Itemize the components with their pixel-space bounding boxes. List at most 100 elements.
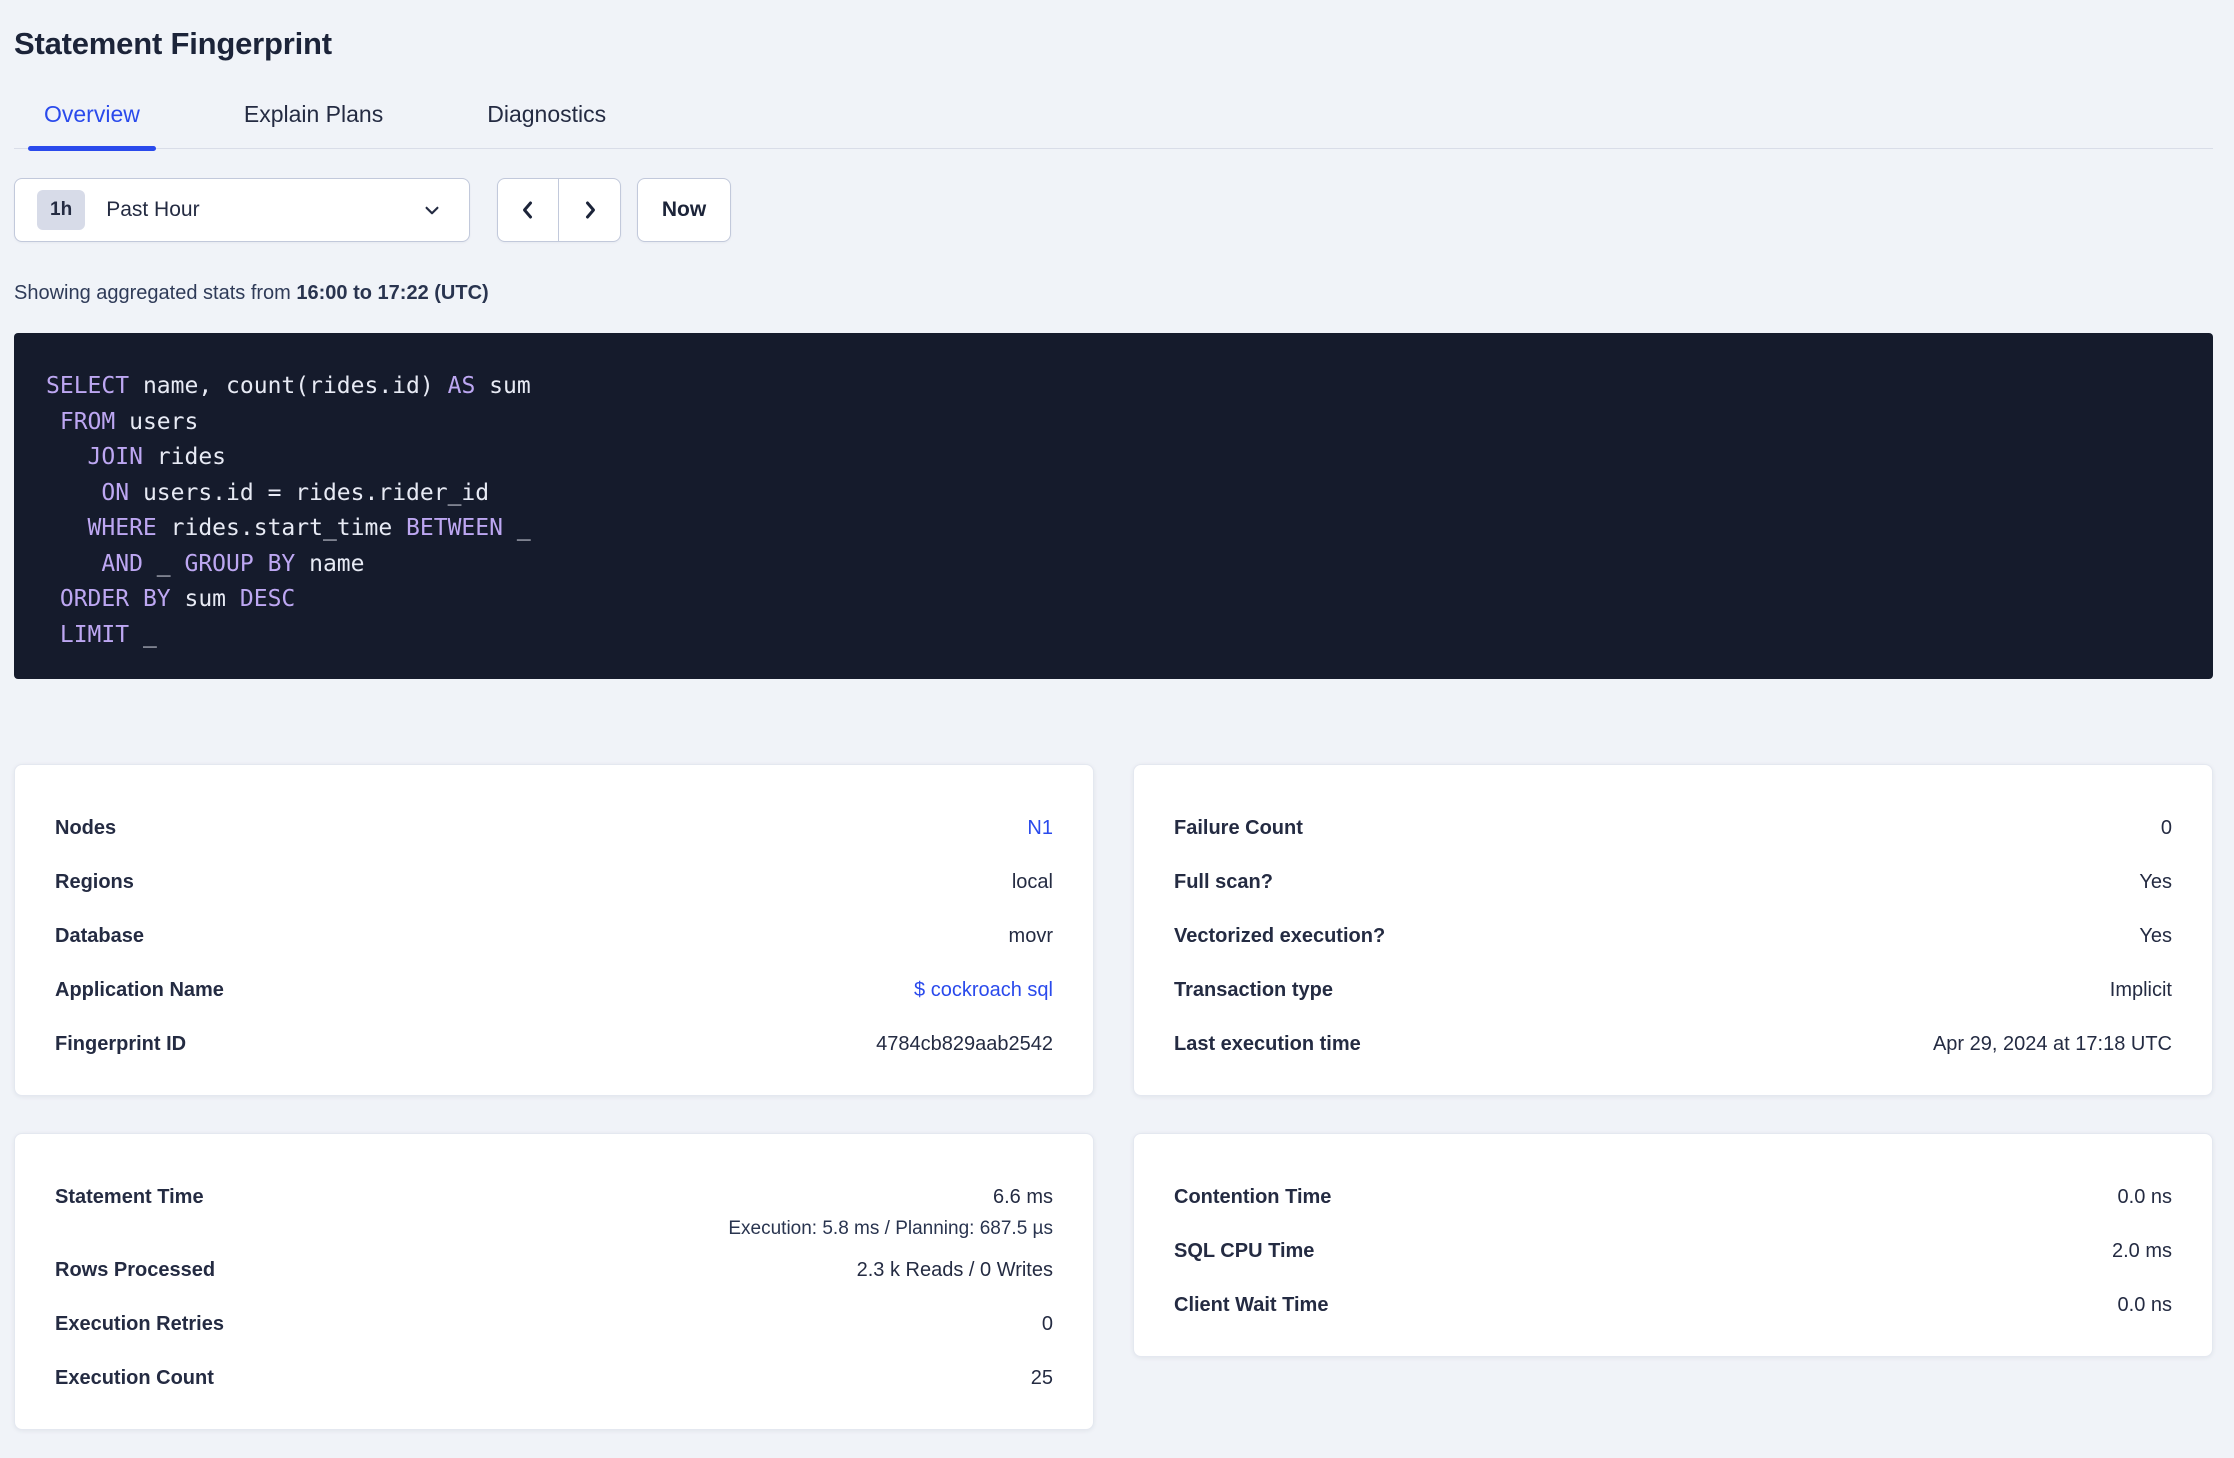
sql-text: rides.start_time: [156, 515, 407, 541]
now-button[interactable]: Now: [637, 178, 731, 242]
time-range-label: Past Hour: [106, 198, 200, 221]
page-title: Statement Fingerprint: [14, 26, 332, 61]
stat-value: Implicit: [2109, 978, 2172, 1001]
stat-label: Nodes: [55, 816, 117, 839]
stat-value: 2.3 k Reads / 0 Writes: [856, 1258, 1053, 1281]
time-nav-buttons: [497, 178, 621, 242]
stat-row-nodes: Nodes N1: [55, 801, 1053, 855]
stat-row-rows-processed: Rows Processed 2.3 k Reads / 0 Writes: [55, 1243, 1053, 1297]
stat-value: Yes: [2139, 870, 2172, 893]
card-execution-attributes: Failure Count 0 Full scan? Yes Vectorized ex…: [1133, 764, 2213, 1096]
stat-value: 2.0 ms: [2111, 1239, 2172, 1262]
sql-text: sum: [170, 586, 240, 612]
stat-value: Yes: [2139, 924, 2172, 947]
sql-keyword: ORDER BY: [59, 586, 171, 612]
stat-label: Contention Time: [1174, 1185, 1332, 1208]
stat-row-sql-cpu-time: SQL CPU Time 2.0 ms: [1174, 1224, 2172, 1278]
stat-label: Execution Retries: [55, 1312, 224, 1335]
sql-keyword: AND: [101, 550, 143, 577]
stat-label: Regions: [55, 870, 134, 893]
sql-line: LIMIT _: [46, 618, 2183, 654]
time-range-dropdown[interactable]: 1h Past Hour: [14, 178, 470, 242]
prev-time-button[interactable]: [498, 179, 559, 241]
stat-row-full-scan: Full scan? Yes: [1174, 855, 2172, 909]
stat-row-execution-count: Execution Count 25: [55, 1351, 1053, 1405]
tabs: Overview Explain Plans Diagnostics: [14, 100, 2213, 151]
stat-value: local: [1011, 870, 1053, 893]
stat-row-contention-time: Contention Time 0.0 ns: [1174, 1170, 2172, 1224]
card-statement-timing: Statement Time 6.6 ms Execution: 5.8 ms / …: [14, 1133, 1094, 1430]
stat-value: movr: [1008, 924, 1053, 947]
stat-label: Transaction type: [1174, 978, 1333, 1001]
stat-label: Failure Count: [1174, 816, 1303, 839]
stat-value: 0: [1041, 1312, 1053, 1335]
aggregation-note-prefix: Showing aggregated stats from: [14, 282, 297, 304]
sql-line: FROM users: [46, 405, 2183, 441]
stat-label: Application Name: [55, 978, 224, 1001]
sql-keyword: ON: [101, 479, 130, 506]
stat-value: 25: [1030, 1366, 1053, 1389]
stat-value: 4784cb829aab2542: [876, 1032, 1053, 1055]
chevron-down-icon: [425, 206, 439, 215]
stat-label: Vectorized execution?: [1174, 924, 1386, 947]
sql-keyword: GROUP BY: [184, 550, 296, 577]
stat-label: Full scan?: [1174, 870, 1273, 893]
stat-label: Database: [55, 924, 144, 947]
stat-label: Last execution time: [1174, 1032, 1361, 1055]
stat-value-link[interactable]: N1: [1027, 817, 1053, 840]
sql-text: _: [142, 550, 185, 577]
sql-text: users: [115, 408, 199, 435]
next-time-button[interactable]: [559, 179, 620, 241]
stat-row-execution-retries: Execution Retries 0: [55, 1297, 1053, 1351]
sql-text: _: [502, 515, 531, 541]
stat-label: Rows Processed: [55, 1258, 216, 1281]
sql-text: sum: [475, 373, 531, 399]
sql-line: SELECT name, count(rides.id) AS sum: [46, 369, 2183, 405]
stat-row-regions: Regions local: [55, 855, 1053, 909]
stat-value: Apr 29, 2024 at 17:18 UTC: [1932, 1032, 2172, 1055]
tab-overview[interactable]: Overview: [28, 100, 156, 151]
sql-line: ON users.id = rides.rider_id: [46, 476, 2183, 512]
sql-keyword: LIMIT: [59, 621, 130, 648]
sql-keyword: FROM: [59, 408, 116, 435]
card-statement-details: Nodes N1 Regions local Database movr Applicati…: [14, 764, 1094, 1096]
tab-explain-plans[interactable]: Explain Plans: [228, 100, 399, 148]
sql-keyword: BETWEEN: [406, 515, 503, 541]
chevron-left-icon: [523, 201, 532, 219]
sql-line: AND _ GROUP BY name: [46, 547, 2183, 583]
stat-value: 0.0 ns: [2117, 1293, 2172, 1316]
stat-row-client-wait-time: Client Wait Time 0.0 ns: [1174, 1278, 2172, 1332]
stat-row-transaction-type: Transaction type Implicit: [1174, 963, 2172, 1017]
sql-keyword: DESC: [239, 586, 296, 612]
time-interval-badge: 1h: [37, 190, 86, 230]
sql-line: ORDER BY sum DESC: [46, 582, 2183, 618]
stat-label: Statement Time: [55, 1185, 204, 1208]
aggregation-note-range: 16:00 to 17:22 (UTC): [296, 282, 489, 304]
sql-line: JOIN rides: [46, 440, 2183, 476]
stat-value-link[interactable]: $ cockroach sql: [914, 979, 1053, 1002]
sql-line: WHERE rides.start_time BETWEEN _: [46, 511, 2183, 547]
stat-value: 6.6 ms: [992, 1185, 1053, 1208]
sql-text: _: [129, 621, 157, 648]
stat-label: SQL CPU Time: [1174, 1239, 1315, 1262]
sql-keyword: SELECT: [46, 373, 130, 399]
sql-text: name, count(rides.id): [129, 373, 448, 399]
sql-keyword: WHERE: [87, 515, 157, 541]
tab-diagnostics[interactable]: Diagnostics: [471, 100, 622, 148]
sql-text: rides: [142, 444, 227, 470]
stat-value: 0: [2160, 816, 2172, 839]
statement-fingerprint-page: Statement Fingerprint Overview Explain Pl…: [0, 0, 2234, 1430]
stat-row-vectorized-execution: Vectorized execution? Yes: [1174, 909, 2172, 963]
stat-row-failure-count: Failure Count 0: [1174, 801, 2172, 855]
stat-subvalue: Execution: 5.8 ms / Planning: 687.5 µs: [728, 1218, 1053, 1239]
sql-text: name: [295, 550, 365, 577]
sql-text: users.id = rides.rider_id: [129, 479, 490, 506]
stats-cards-grid: Nodes N1 Regions local Database movr Applicati…: [14, 764, 2213, 1430]
chevron-right-icon: [585, 201, 595, 219]
